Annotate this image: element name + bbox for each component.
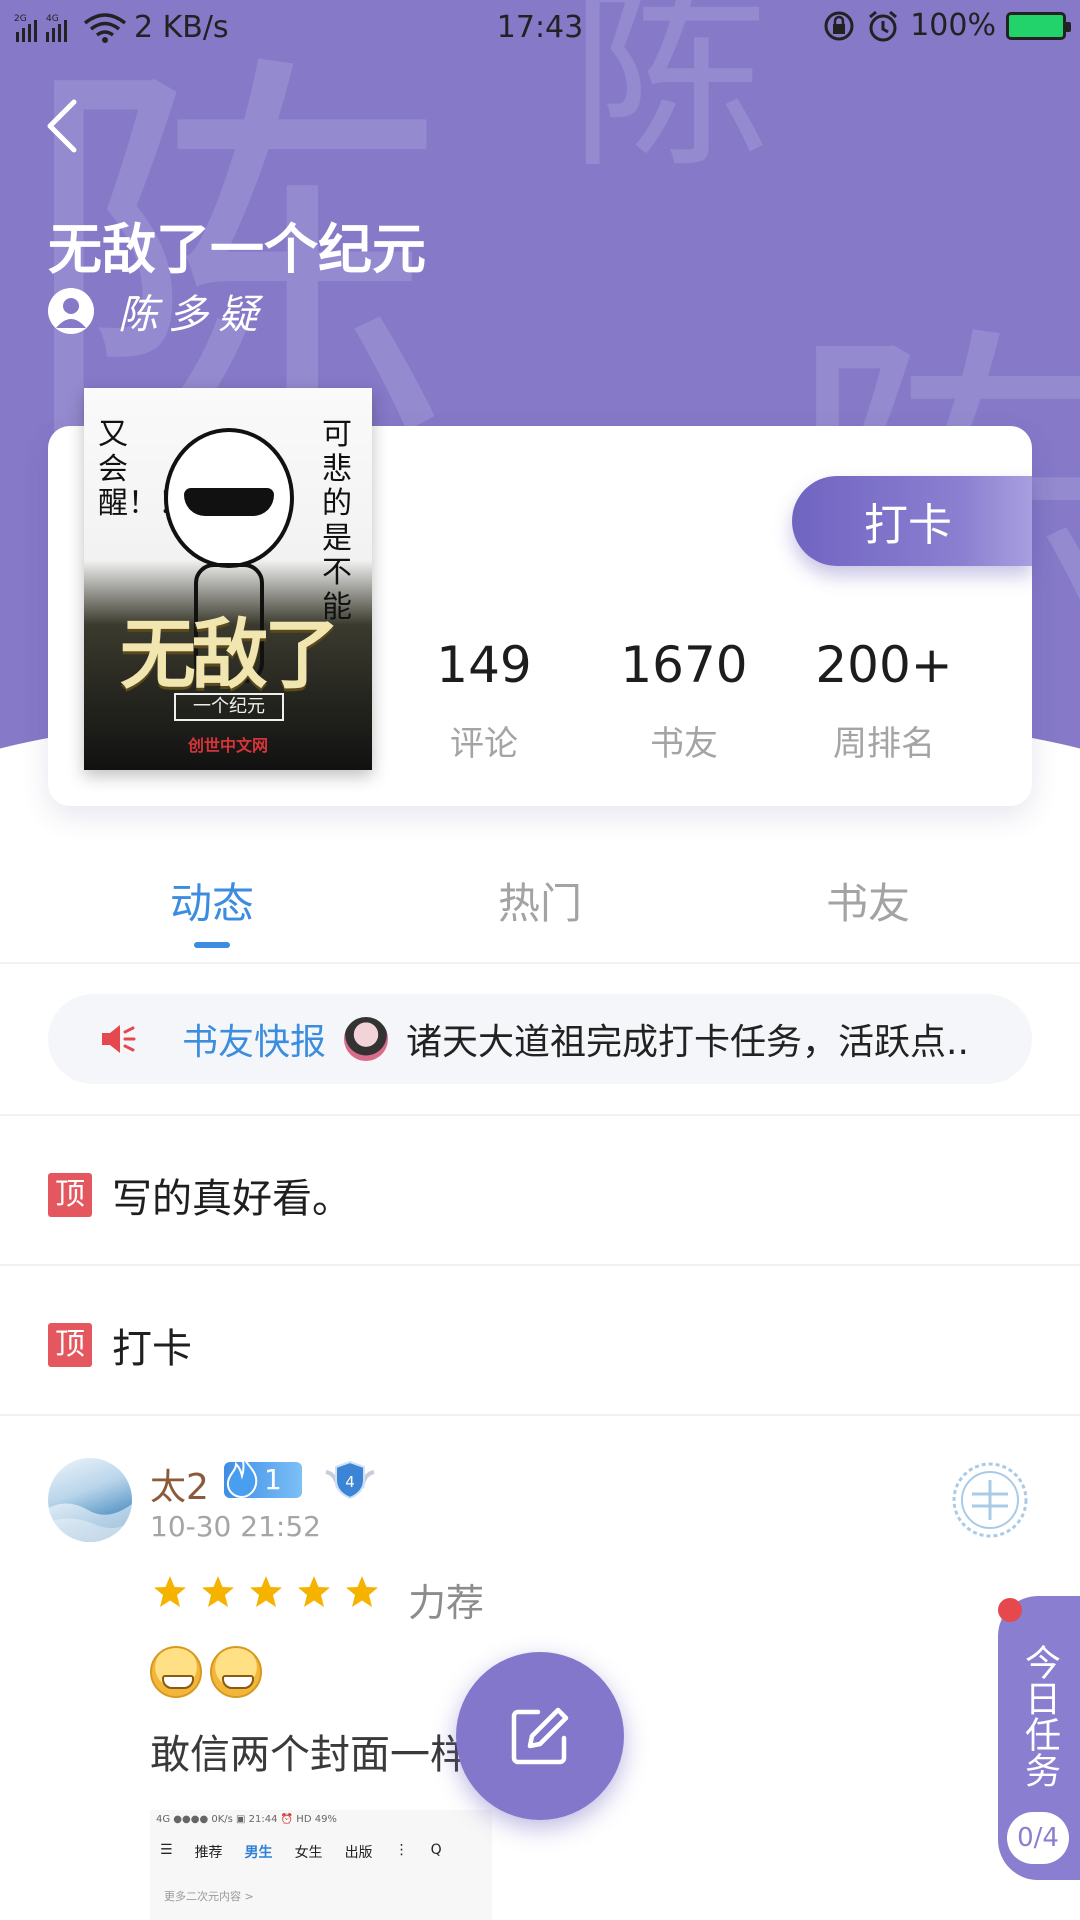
grin-emoji-icon <box>150 1646 202 1698</box>
divider <box>0 962 1080 964</box>
alarm-icon <box>869 10 898 41</box>
book-title: 无敌了一个纪元 <box>48 218 426 281</box>
author-name: 陈多疑 <box>118 292 268 338</box>
pin-badge: 顶 <box>48 1173 92 1217</box>
cover-side-text: 又会醒！！ <box>98 417 188 521</box>
commenter-name[interactable]: 太2 <box>150 1458 209 1510</box>
divider <box>0 1114 1080 1116</box>
tab-hot[interactable]: 热门 <box>440 870 640 931</box>
stat-weekly-rank[interactable]: 200+ 周排名 <box>784 636 984 765</box>
tab-readers[interactable]: 书友 <box>768 870 968 931</box>
thumb-nav-item: 男生 <box>244 1845 273 1861</box>
status-right: 100% <box>822 8 1071 43</box>
grin-emoji-icon <box>210 1646 262 1698</box>
battery-percent: 100% <box>910 8 996 43</box>
stat-label: 评论 <box>450 724 518 764</box>
write-post-button[interactable] <box>456 1652 624 1820</box>
news-user-avatar <box>344 1017 389 1061</box>
tab-indicator <box>194 942 230 948</box>
stat-value: 1670 <box>620 636 748 694</box>
checkin-button[interactable]: 打卡 <box>792 476 1032 566</box>
notification-dot <box>998 1598 1022 1622</box>
cover-title: 无敌了 <box>120 610 340 699</box>
author-avatar-icon <box>48 288 94 334</box>
cover-sunglasses <box>184 488 274 516</box>
stat-value: 200+ <box>815 636 953 694</box>
pinned-post[interactable]: 顶 打卡 <box>48 1316 192 1374</box>
comment-date: 10-30 21:52 <box>150 1510 321 1543</box>
thumb-nav-item: 女生 <box>294 1845 323 1861</box>
comment-image[interactable]: 4G ●●●● 0K/s ▣ 21:44 ⏰ HD 49% ☰ 推荐 男生 女生… <box>150 1810 492 1920</box>
cover-subtitle: 一个纪元 <box>174 693 284 721</box>
daily-task-progress: 0/4 <box>1007 1812 1069 1864</box>
thumb-nav-item: 推荐 <box>194 1845 223 1861</box>
stat-readers[interactable]: 1670 书友 <box>584 636 784 765</box>
shield-badge-icon: 4 <box>325 1460 375 1500</box>
edit-icon <box>511 1707 569 1765</box>
news-text: 诸天大道祖完成打卡任务，活跃点... <box>406 1022 967 1063</box>
rating-stars <box>152 1574 380 1610</box>
emoji-row <box>150 1646 262 1698</box>
thumb-nav-item: 出版 <box>344 1845 373 1861</box>
commenter-avatar[interactable] <box>48 1458 132 1542</box>
stat-comments[interactable]: 149 评论 <box>384 636 584 765</box>
pinned-post-text: 写的真好看。 <box>112 1176 352 1222</box>
tab-feed[interactable]: 动态 <box>112 870 312 931</box>
star-icon <box>298 1576 330 1607</box>
stat-value: 149 <box>436 636 532 694</box>
status-bar: 2G 4G 2 KB/s 17:43 100% <box>0 0 1080 56</box>
news-label: 书友快报 <box>182 1022 327 1063</box>
back-arrow-icon[interactable] <box>42 96 86 156</box>
thumb-status: 4G ●●●● 0K/s ▣ 21:44 ⏰ HD 49% <box>156 1814 337 1825</box>
daily-task-panel[interactable]: 今日任务 0/4 <box>998 1596 1080 1880</box>
comment-text: 敢信两个封面一样 <box>150 1732 470 1778</box>
divider <box>0 1414 1080 1416</box>
flame-icon <box>226 1455 258 1498</box>
thumb-sub: 更多二次元内容 > <box>164 1890 254 1903</box>
divider <box>0 1264 1080 1266</box>
cover-publisher: 创世中文网 <box>187 736 268 755</box>
thumb-nav-item: Q <box>430 1842 442 1858</box>
star-icon <box>154 1576 186 1607</box>
star-icon <box>250 1576 282 1607</box>
tab-bar: 动态 热门 书友 <box>0 870 1080 964</box>
pin-badge: 顶 <box>48 1323 92 1367</box>
reader-news-bar[interactable]: 书友快报 诸天大道祖完成打卡任务，活跃点... <box>48 994 1032 1084</box>
pinned-post[interactable]: 顶 写的真好看。 <box>48 1166 352 1224</box>
thumb-nav-item: ⋮ <box>394 1842 409 1858</box>
author-row[interactable]: 陈多疑 <box>48 282 268 340</box>
author-stamp-icon <box>952 1462 1028 1538</box>
book-cover[interactable]: 又会醒！！ 可悲的是不能 无敌了 一个纪元 创世中文网 <box>84 388 372 770</box>
rating-text: 力荐 <box>408 1581 485 1625</box>
pinned-post-text: 打卡 <box>112 1326 192 1372</box>
stat-label: 周排名 <box>833 724 935 764</box>
rotation-lock-icon <box>824 11 854 40</box>
star-icon <box>202 1576 234 1607</box>
thumb-nav: ☰ 推荐 男生 女生 出版 ⋮ Q <box>160 1842 442 1862</box>
daily-task-label: 今日任务 <box>1019 1644 1060 1788</box>
speaker-icon <box>102 1025 136 1053</box>
battery-icon <box>1006 11 1071 40</box>
stat-label: 书友 <box>650 724 718 764</box>
star-icon <box>346 1576 378 1607</box>
thumb-nav-item: ☰ <box>160 1842 173 1858</box>
shield-badge-level: 4 <box>345 1473 355 1491</box>
